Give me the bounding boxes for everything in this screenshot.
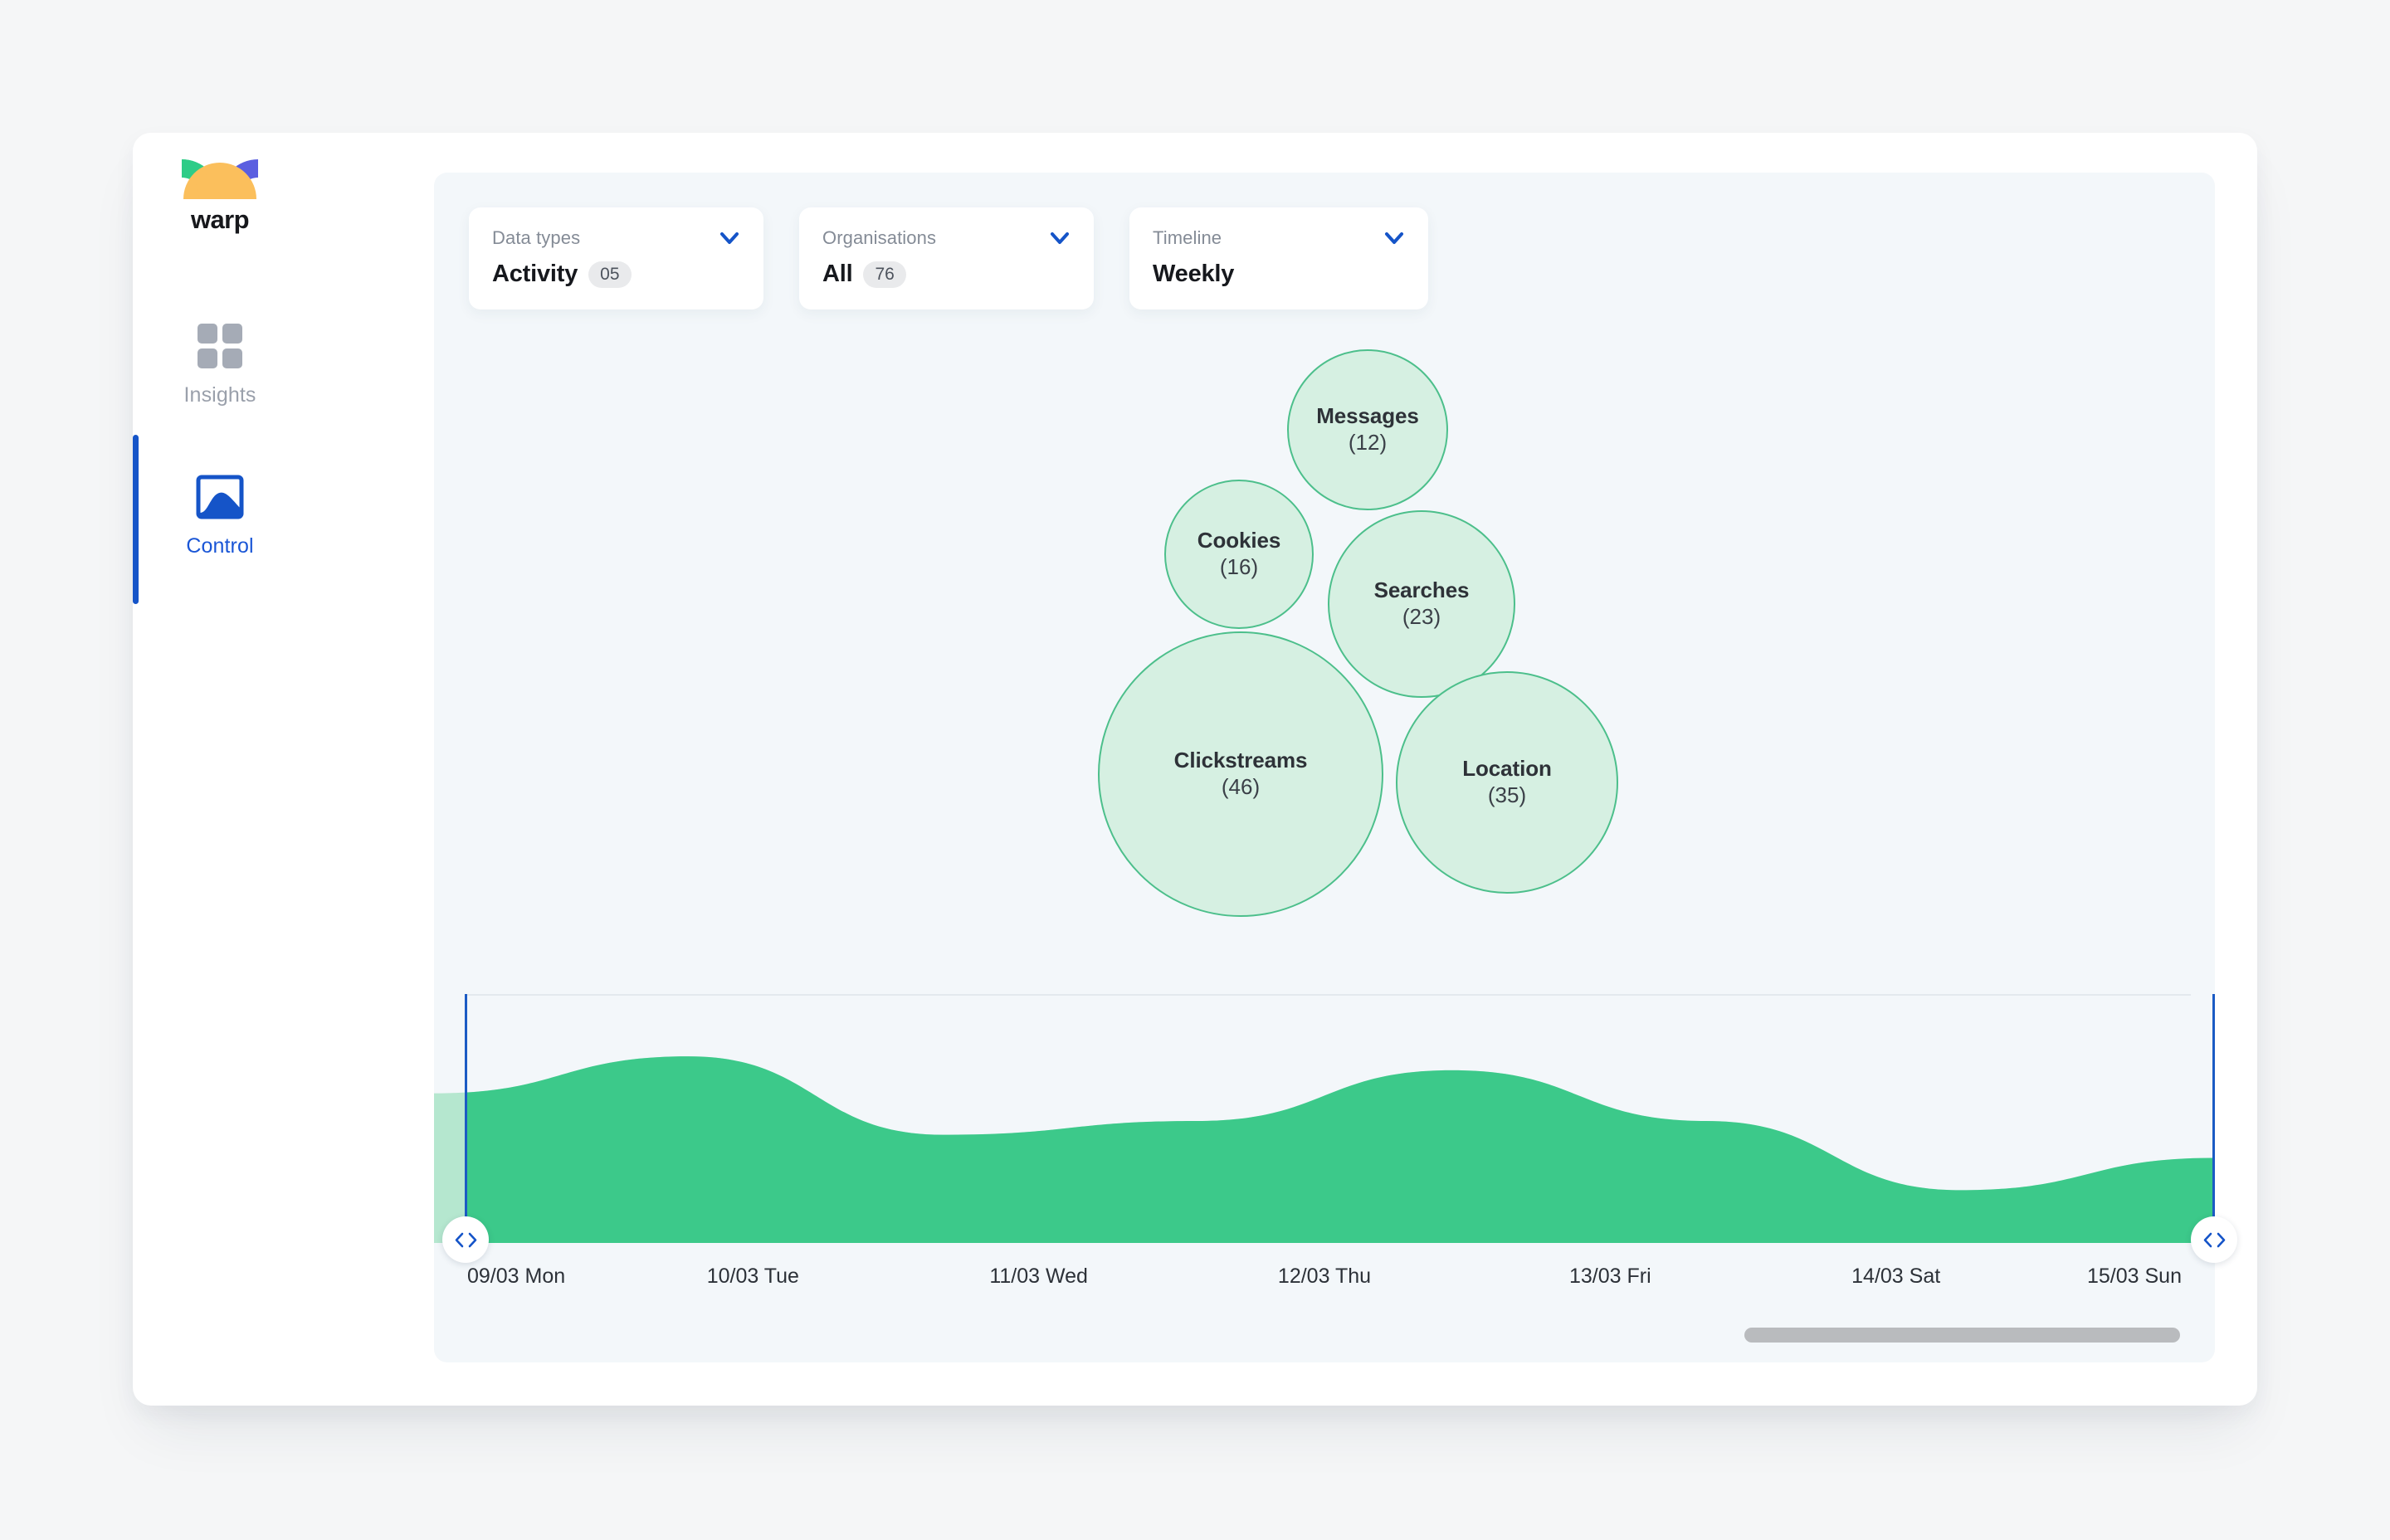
filter-count-badge: 76 [863, 261, 906, 288]
sidebar-item-label: Insights [183, 383, 256, 407]
bubble-chart: Messages (12) Cookies (16) Searches (23) Click… [434, 330, 2215, 986]
range-start-handle[interactable] [442, 1216, 489, 1263]
area-chart-icon [196, 475, 244, 519]
filter-label: Data types [492, 227, 581, 248]
chevron-left-icon [455, 1232, 463, 1247]
bubble-label: Searches [1373, 577, 1470, 602]
axis-tick-label: 12/03 Thu [1277, 1265, 1372, 1288]
sidebar-item-label: Control [186, 534, 254, 558]
scrollbar-thumb[interactable] [1744, 1328, 2180, 1343]
timeline-axis: 09/03 Mon 10/03 Tue 11/03 Wed 12/03 Thu 13/0… [434, 1265, 2215, 1298]
filter-organisations[interactable]: Organisations All 76 [799, 207, 1094, 309]
timeline-range-chart[interactable] [434, 994, 2237, 1263]
bubble-label: Messages [1316, 402, 1419, 428]
sidebar-item-insights[interactable]: Insights [133, 322, 307, 407]
bubble-value: (46) [1221, 774, 1261, 800]
bubble-clickstreams[interactable]: Clickstreams (46) [1098, 631, 1383, 917]
axis-tick-label: 15/03 Sun [2087, 1265, 2182, 1288]
bubble-label: Clickstreams [1173, 747, 1308, 772]
axis-tick-label: 13/03 Fri [1568, 1265, 1651, 1288]
sidebar-item-control[interactable]: Control [133, 473, 307, 558]
axis-tick-label: 11/03 Wed [989, 1265, 1088, 1288]
filter-label: Timeline [1153, 227, 1222, 248]
bubble-searches[interactable]: Searches (23) [1328, 510, 1515, 698]
chevron-down-icon[interactable] [1047, 226, 1072, 251]
bubble-label: Location [1462, 755, 1552, 781]
filter-timeline[interactable]: Timeline Weekly [1129, 207, 1428, 309]
bubble-value: (35) [1487, 782, 1527, 808]
chevron-left-icon [2203, 1232, 2212, 1247]
bubble-location[interactable]: Location (35) [1396, 671, 1618, 894]
axis-tick-label: 10/03 Tue [706, 1265, 799, 1288]
warp-logo-icon [182, 159, 258, 199]
bubble-messages[interactable]: Messages (12) [1287, 349, 1448, 510]
area-series [465, 1056, 2212, 1243]
axis-tick-label: 09/03 Mon [467, 1265, 566, 1288]
range-end-line [2212, 994, 2215, 1243]
chevron-right-icon [468, 1232, 476, 1247]
area-chart-svg [434, 1056, 2215, 1243]
filter-value: Activity [492, 261, 578, 287]
horizontal-scrollbar[interactable] [469, 1328, 2180, 1343]
application-card: warp Insights Control Data types Activit… [133, 133, 2257, 1406]
bubble-cookies[interactable]: Cookies (16) [1164, 480, 1314, 629]
grid-icon [198, 324, 242, 368]
bubble-value: (12) [1348, 430, 1388, 456]
sidebar: warp Insights Control [133, 133, 307, 1406]
filter-data-types[interactable]: Data types Activity 05 [469, 207, 763, 309]
chevron-down-icon[interactable] [717, 226, 742, 251]
bubble-value: (23) [1402, 604, 1441, 630]
brand-name: warp [191, 205, 250, 234]
range-end-handle[interactable] [2191, 1216, 2237, 1263]
content-panel: Data types Activity 05 Organisations All… [434, 173, 2237, 1362]
filter-count-badge: 05 [588, 261, 632, 288]
brand-logo[interactable]: warp [133, 159, 307, 235]
chevron-right-icon [2217, 1232, 2225, 1247]
bubble-value: (16) [1219, 554, 1259, 580]
filter-value: Weekly [1153, 261, 1235, 287]
axis-tick-label: 14/03 Sat [1851, 1265, 1941, 1288]
filter-bar: Data types Activity 05 Organisations All… [469, 207, 1428, 309]
range-start-line [465, 994, 467, 1243]
filter-label: Organisations [822, 227, 937, 248]
filter-value: All [822, 261, 853, 287]
chevron-down-icon[interactable] [1382, 226, 1407, 251]
bubble-label: Cookies [1197, 527, 1281, 553]
